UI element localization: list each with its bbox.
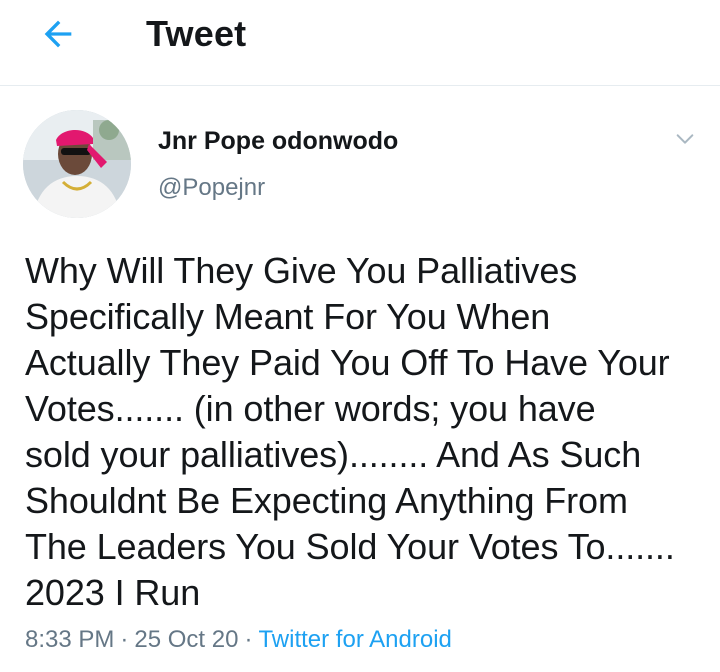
chevron-down-icon bbox=[674, 128, 696, 155]
top-bar: Tweet bbox=[0, 0, 720, 86]
tweet-line: 2023 I Run bbox=[25, 572, 201, 613]
tweet-menu-button[interactable] bbox=[668, 124, 702, 158]
tweet-line: sold your palliatives)........ And As Su… bbox=[25, 434, 642, 475]
tweet-meta: 8:33 PM · 25 Oct 20 · Twitter for Android bbox=[25, 624, 452, 656]
tweet-line: Why Will They Give You Palliatives bbox=[25, 250, 578, 291]
back-button[interactable] bbox=[26, 8, 90, 64]
meta-separator: · bbox=[120, 626, 129, 653]
meta-separator: · bbox=[244, 626, 253, 653]
tweet-source-link[interactable]: Twitter for Android bbox=[258, 626, 451, 653]
author-display-name[interactable]: Jnr Pope odonwodo bbox=[158, 126, 398, 156]
tweet-text: Why Will They Give You Palliatives Speci… bbox=[25, 248, 715, 616]
tweet-date: 25 Oct 20 bbox=[134, 626, 239, 653]
page-title: Tweet bbox=[146, 13, 247, 54]
tweet-line: The Leaders You Sold Your Votes To......… bbox=[25, 526, 675, 567]
profile-photo bbox=[23, 110, 131, 218]
tweet-line: Shouldnt Be Expecting Anything From bbox=[25, 480, 628, 521]
arrow-left-icon bbox=[38, 14, 78, 59]
avatar[interactable] bbox=[23, 110, 131, 218]
author-handle[interactable]: @Popejnr bbox=[158, 173, 265, 203]
tweet-line: Votes....... (in other words; you have bbox=[25, 388, 596, 429]
tweet-line: Actually They Paid You Off To Have Your bbox=[25, 342, 670, 383]
tweet-line: Specifically Meant For You When bbox=[25, 296, 551, 337]
tweet-time: 8:33 PM bbox=[25, 626, 115, 653]
